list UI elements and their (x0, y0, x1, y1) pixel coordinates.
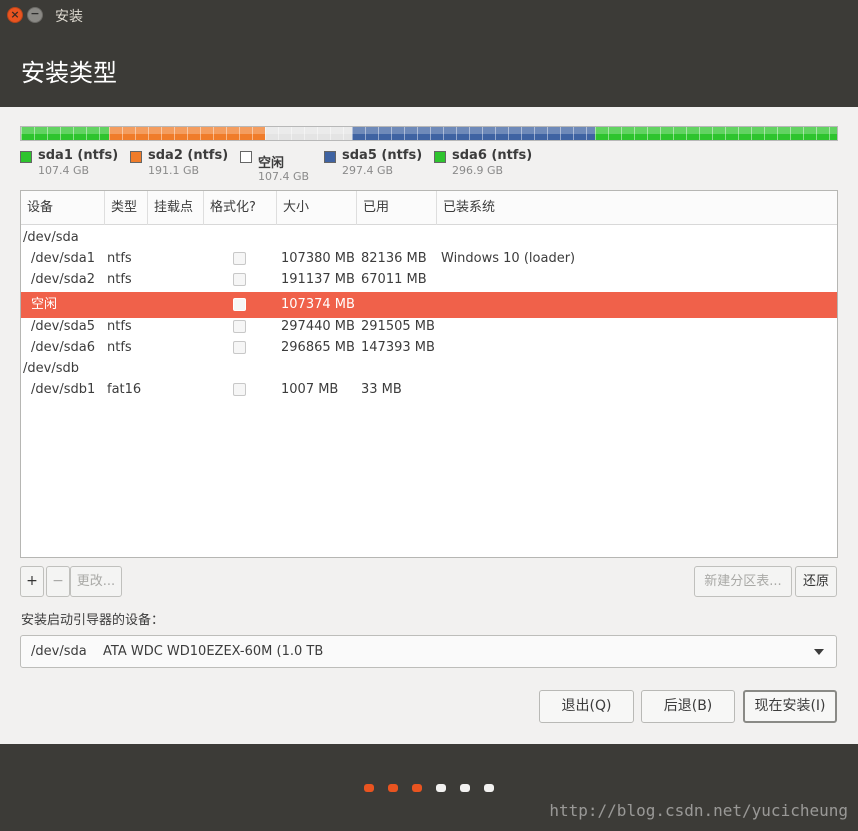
cell-used: 33 MB (361, 382, 402, 397)
format-checkbox[interactable] (233, 273, 246, 286)
bootloader-device-select[interactable]: /dev/sda ATA WDC WD10EZEX-60M (1.0 TB (20, 635, 837, 668)
page-title: 安装类型 (21, 59, 117, 87)
legend-swatch (434, 151, 446, 163)
partition-bar (20, 126, 838, 141)
legend-name: sda2 (ntfs) (148, 148, 229, 163)
legend-swatch (20, 151, 32, 163)
format-checkbox[interactable] (233, 298, 246, 311)
bootloader-model: ATA WDC WD10EZEX-60M (1.0 TB (103, 644, 324, 659)
column-header-format[interactable]: 格式化? (204, 191, 277, 225)
cell-used: 67011 MB (361, 272, 427, 287)
cell-size: 191137 MB (281, 272, 355, 287)
legend-size: 191.1 GB (148, 164, 200, 177)
back-button[interactable]: 后退(B) (641, 690, 735, 723)
partition-table[interactable]: 设备 类型 挂载点 格式化? 大小 已用 已装系统 /dev/sda/dev/s… (20, 190, 838, 558)
partition-segment-sda6 (594, 127, 837, 140)
table-group-row[interactable]: /dev/sdb (21, 358, 837, 379)
table-row[interactable]: 空闲 107374 MB (21, 292, 837, 318)
cell-device: 空闲 (31, 297, 58, 312)
cell-type: ntfs (107, 319, 132, 334)
column-header-device[interactable]: 设备 (21, 191, 105, 225)
cell-device: /dev/sdb1 (31, 382, 96, 397)
bootloader-device: /dev/sda (31, 644, 87, 659)
remove-partition-button[interactable]: − (46, 566, 70, 597)
step-dot-active (388, 784, 398, 792)
minimize-window-button[interactable]: − (27, 7, 43, 23)
legend-swatch (240, 151, 252, 163)
cell-size: 107374 MB (281, 297, 355, 312)
cell-size: 107380 MB (281, 251, 355, 266)
column-header-used[interactable]: 已用 (357, 191, 437, 225)
bootloader-label: 安装启动引导器的设备： (21, 613, 165, 628)
step-dot-inactive (460, 784, 470, 792)
column-header-system[interactable]: 已装系统 (437, 191, 837, 225)
format-checkbox[interactable] (233, 383, 246, 396)
format-checkbox[interactable] (233, 252, 246, 265)
partition-segment-free (264, 127, 353, 140)
partition-legend: sda1 (ntfs) 107.4 GB sda2 (ntfs) 191.1 G… (20, 148, 838, 184)
legend-swatch (324, 151, 336, 163)
cell-type: ntfs (107, 272, 132, 287)
table-row[interactable]: /dev/sda5 ntfs 297440 MB 291505 MB (21, 316, 837, 337)
dropdown-arrow-icon (814, 649, 824, 655)
partition-segment-sda1 (21, 127, 109, 140)
cell-device: /dev/sda2 (31, 272, 95, 287)
change-partition-button[interactable]: 更改... (70, 566, 122, 597)
legend-size: 296.9 GB (452, 164, 504, 177)
add-partition-button[interactable]: + (20, 566, 44, 597)
table-row[interactable]: /dev/sda1 ntfs 107380 MB 82136 MB Windows 10… (21, 248, 837, 269)
cell-size: 1007 MB (281, 382, 339, 397)
legend-name: sda6 (ntfs) (452, 148, 533, 163)
cell-device: /dev/sda1 (31, 251, 95, 266)
table-row[interactable]: /dev/sda6 ntfs 296865 MB 147393 MB (21, 337, 837, 358)
cell-used: 82136 MB (361, 251, 427, 266)
partition-segment-sda5 (352, 127, 595, 140)
cell-type: ntfs (107, 251, 132, 266)
table-header: 设备 类型 挂载点 格式化? 大小 已用 已装系统 (21, 191, 837, 225)
cell-device: /dev/sda6 (31, 340, 95, 355)
quit-button[interactable]: 退出(Q) (539, 690, 634, 723)
step-dot-active (364, 784, 374, 792)
watermark-text: http://blog.csdn.net/yucicheung (549, 801, 848, 820)
cell-device: /dev/sdb (23, 361, 79, 376)
page-header: 安装类型 (0, 30, 858, 107)
legend-name: sda1 (ntfs) (38, 148, 119, 163)
window-title: 安装 (55, 9, 83, 25)
install-now-button[interactable]: 现在安装(I) (743, 690, 837, 723)
revert-button[interactable]: 还原 (795, 566, 837, 597)
table-row[interactable]: /dev/sda2 ntfs 191137 MB 67011 MB (21, 269, 837, 290)
column-header-size[interactable]: 大小 (277, 191, 357, 225)
cell-device: /dev/sda5 (31, 319, 95, 334)
new-partition-table-button[interactable]: 新建分区表... (694, 566, 792, 597)
cell-size: 296865 MB (281, 340, 355, 355)
legend-size: 107.4 GB (258, 170, 310, 183)
title-bar: × − 安装 (0, 0, 858, 30)
legend-name: 空闲 (258, 156, 285, 171)
step-dot-inactive (484, 784, 494, 792)
close-window-button[interactable]: × (7, 7, 23, 23)
progress-footer: http://blog.csdn.net/yucicheung (0, 744, 858, 831)
step-dot-active (412, 784, 422, 792)
column-header-mount[interactable]: 挂载点 (148, 191, 204, 225)
legend-size: 107.4 GB (38, 164, 90, 177)
cell-size: 297440 MB (281, 319, 355, 334)
step-dot-inactive (436, 784, 446, 792)
cell-type: ntfs (107, 340, 132, 355)
format-checkbox[interactable] (233, 341, 246, 354)
cell-used: 291505 MB (361, 319, 435, 334)
cell-used: 147393 MB (361, 340, 435, 355)
cell-device: /dev/sda (23, 230, 79, 245)
legend-name: sda5 (ntfs) (342, 148, 423, 163)
cell-type: fat16 (107, 382, 142, 397)
column-header-type[interactable]: 类型 (105, 191, 148, 225)
format-checkbox[interactable] (233, 320, 246, 333)
table-row[interactable]: /dev/sdb1 fat16 1007 MB 33 MB (21, 379, 837, 400)
cell-system: Windows 10 (loader) (441, 251, 576, 266)
legend-swatch (130, 151, 142, 163)
table-group-row[interactable]: /dev/sda (21, 227, 837, 248)
legend-size: 297.4 GB (342, 164, 394, 177)
partition-segment-sda2 (108, 127, 265, 140)
